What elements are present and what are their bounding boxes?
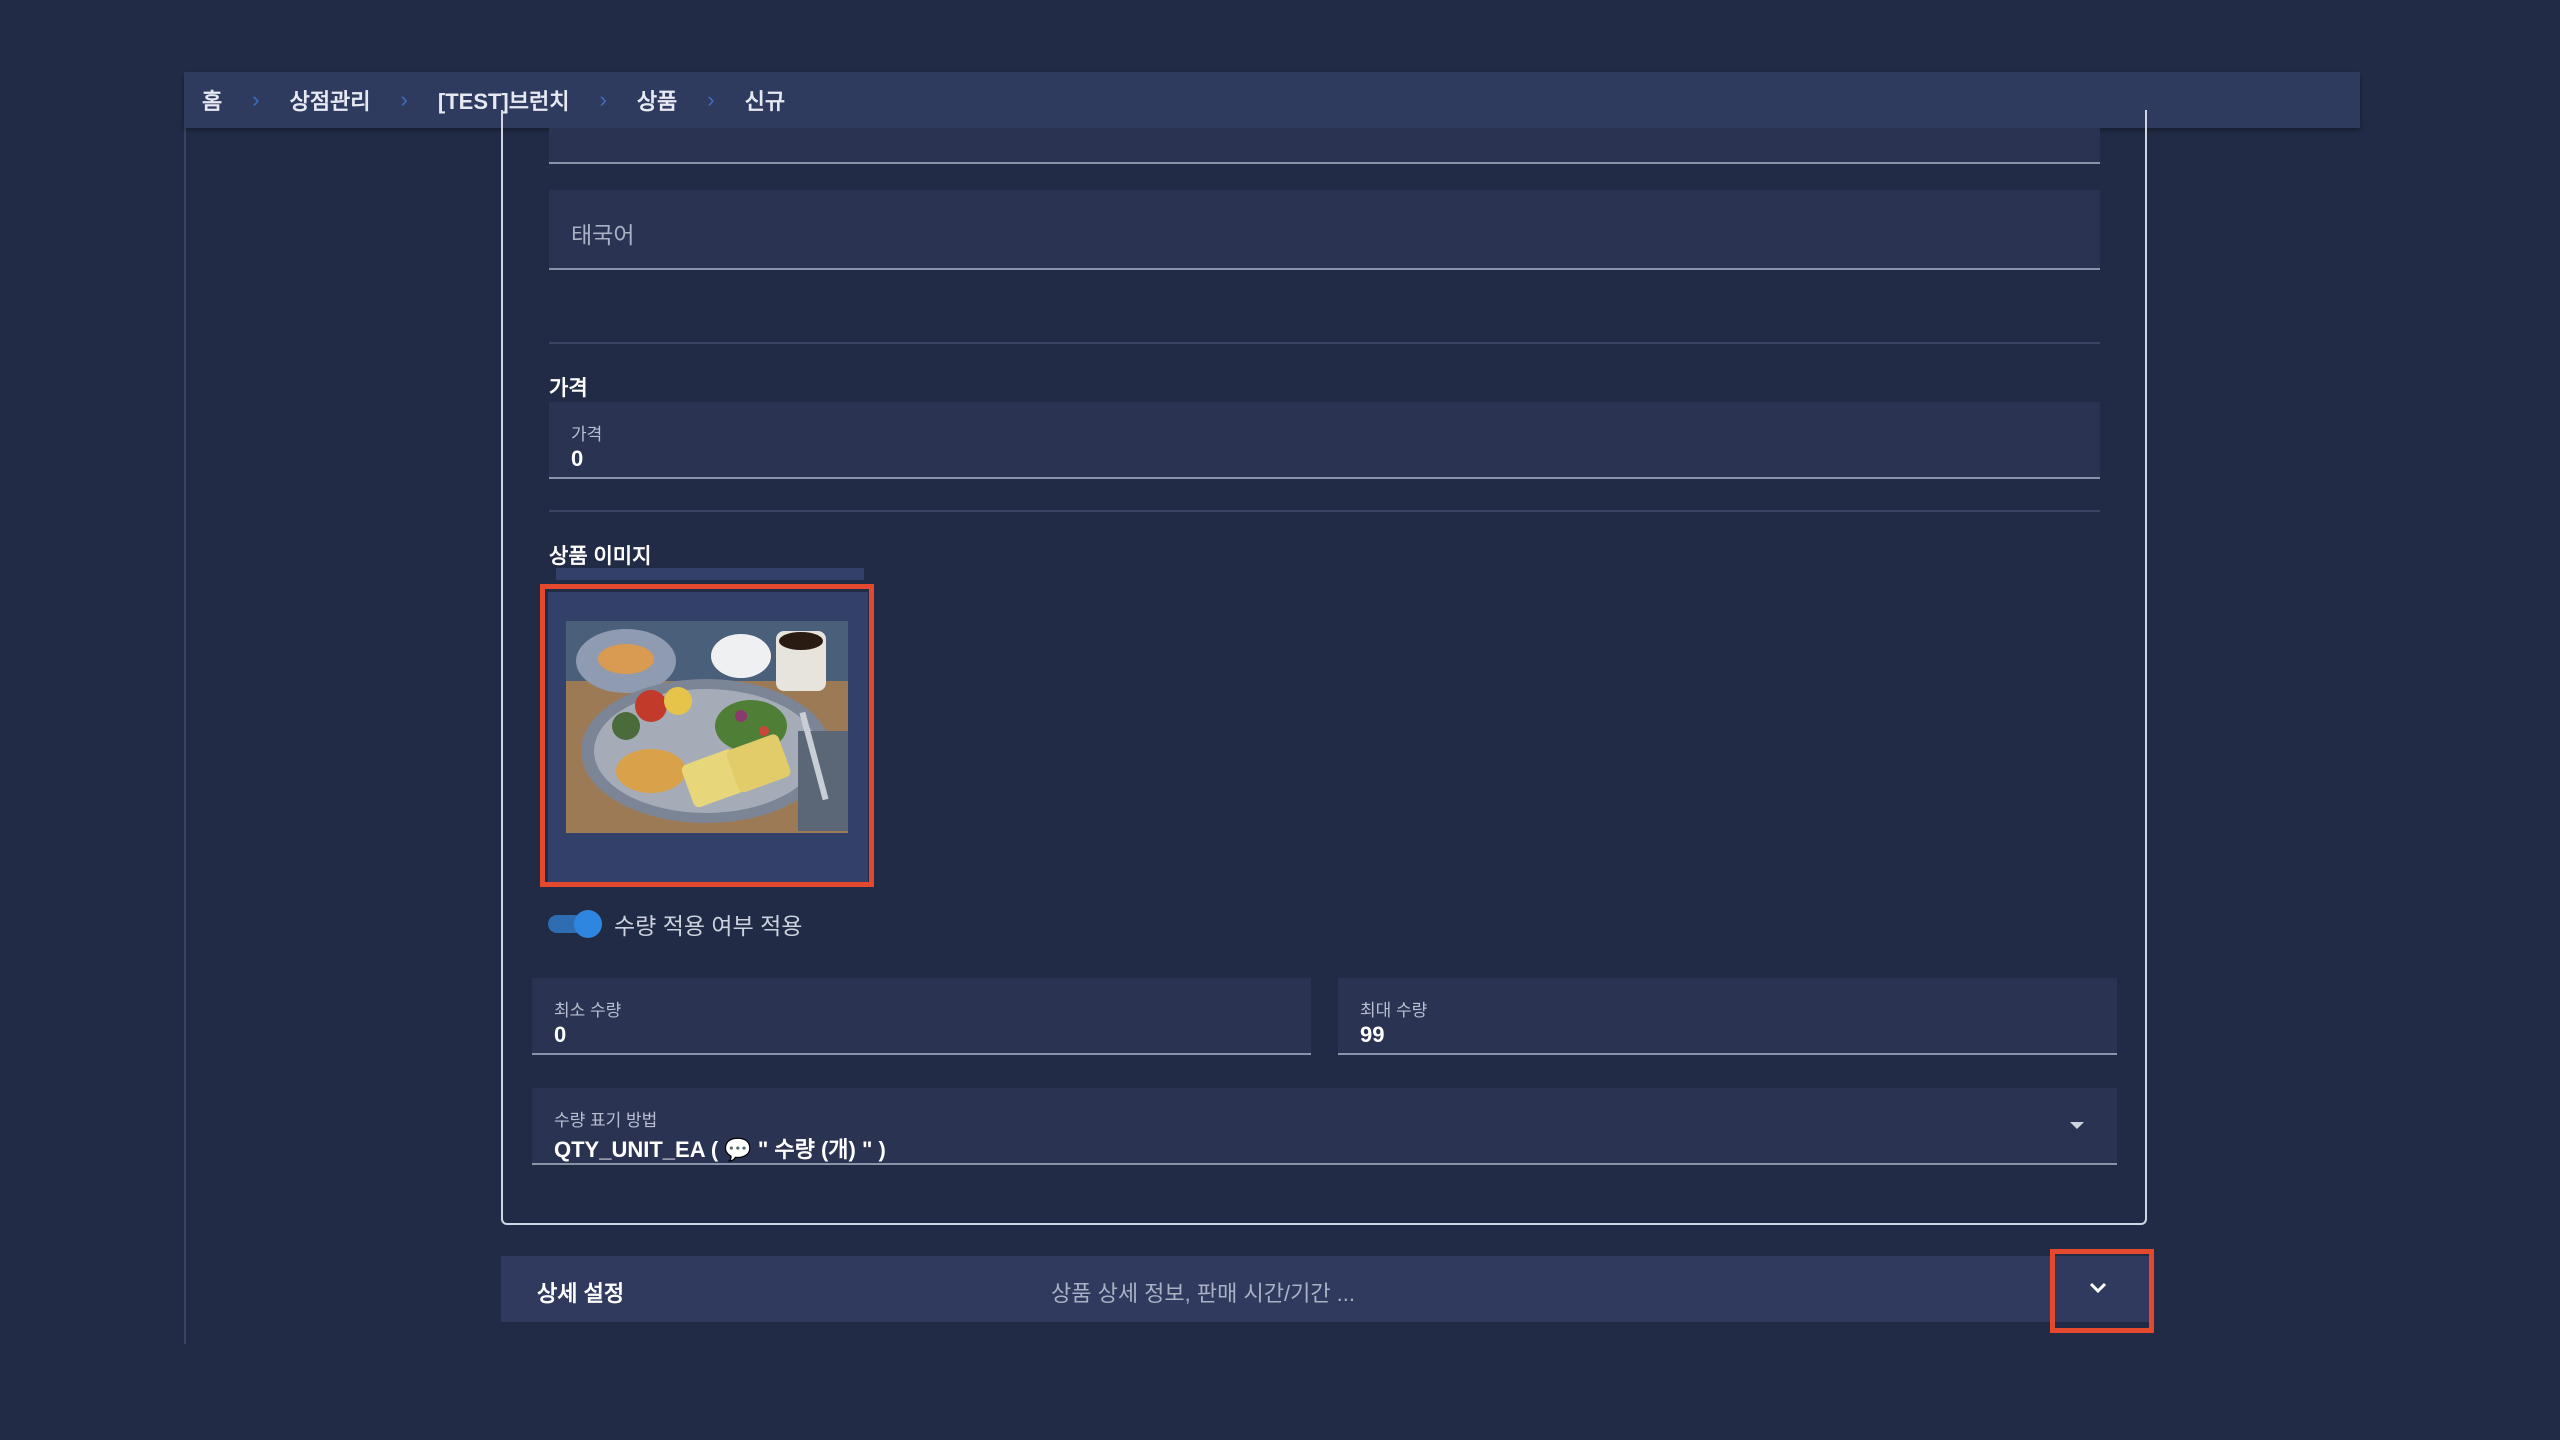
section-divider [549,342,2100,344]
quantity-display-value: QTY_UNIT_EA ( 💬 " 수량 (개) " ) [554,1137,886,1162]
sidebar-divider [184,128,186,1344]
detail-settings-title: 상세 설정 [537,1281,625,1306]
expand-highlight-box [2050,1249,2154,1333]
quantity-apply-label: 수량 적용 여부 적용 [614,913,803,939]
image-highlight-box [540,584,874,887]
thai-name-field[interactable]: 태국어 [549,190,2100,270]
price-section-title: 가격 [549,377,588,400]
detail-settings-summary: 상품 상세 정보, 판매 시간/기간 ... [1051,1281,1356,1306]
min-quantity-field[interactable]: 최소 수량 0 [532,978,1311,1055]
chevron-right-icon: › [252,87,260,112]
price-field[interactable]: 가격 0 [549,402,2100,479]
breadcrumb-store-management[interactable]: 상점관리 [290,84,371,116]
max-quantity-value: 99 [1360,1022,1385,1047]
toggle-knob [574,910,602,938]
price-field-label: 가격 [571,425,603,444]
quantity-display-label: 수량 표기 방법 [554,1111,658,1130]
chevron-right-icon: › [400,87,408,112]
quantity-apply-toggle[interactable] [548,910,604,938]
min-quantity-label: 최소 수량 [554,1001,622,1020]
min-quantity-value: 0 [554,1022,567,1047]
section-divider [549,510,2100,512]
breadcrumb-home[interactable]: 홈 [202,84,222,116]
detail-settings-panel[interactable]: 상세 설정 상품 상세 정보, 판매 시간/기간 ... [501,1256,2151,1322]
caret-down-icon [2070,1122,2084,1129]
language-field-above[interactable] [549,128,2100,164]
max-quantity-label: 최대 수량 [1360,1001,1428,1020]
price-field-value: 0 [571,446,584,471]
quantity-display-select[interactable]: 수량 표기 방법 QTY_UNIT_EA ( 💬 " 수량 (개) " ) [532,1088,2117,1165]
image-card-tab [556,568,864,580]
thai-name-placeholder: 태국어 [571,222,635,248]
max-quantity-field[interactable]: 최대 수량 99 [1338,978,2117,1055]
product-image-title: 상품 이미지 [549,545,652,568]
